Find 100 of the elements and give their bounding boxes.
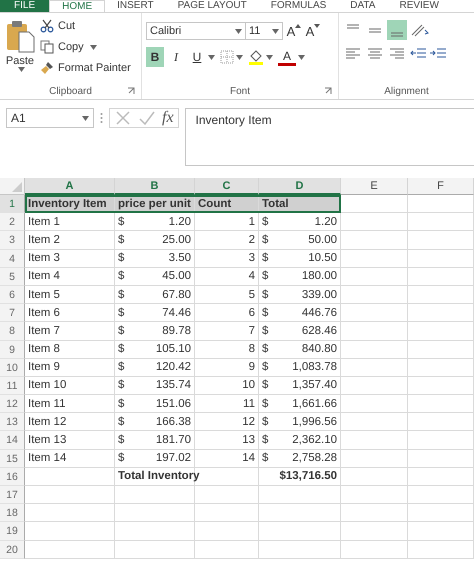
caret-icon xyxy=(272,28,279,34)
caret-icon[interactable] xyxy=(208,54,215,60)
cell-number: 12 xyxy=(242,416,255,428)
empty-cell xyxy=(408,358,474,377)
caret-icon[interactable] xyxy=(298,54,305,60)
cell-number: 5 xyxy=(248,288,255,301)
cell-number: 151.06 xyxy=(156,398,191,410)
empty-cell xyxy=(408,286,474,304)
check-icon[interactable] xyxy=(138,109,156,127)
column-header[interactable]: A xyxy=(25,178,115,195)
empty-cell xyxy=(195,522,259,541)
column-header[interactable]: B xyxy=(115,178,195,195)
row-header[interactable]: 7 xyxy=(0,304,25,322)
cut-button[interactable]: Cut xyxy=(40,17,131,35)
cell-number: 25.00 xyxy=(162,234,191,246)
cell-text: Item 12 xyxy=(28,416,66,428)
row-header[interactable]: 19 xyxy=(0,522,25,541)
caret-icon xyxy=(235,28,242,34)
ribbon-tab[interactable]: HOME xyxy=(49,0,106,12)
cell-number: 1,661.66 xyxy=(292,398,337,410)
name-box[interactable]: A1 xyxy=(6,108,94,128)
cell-text: Total Inventory xyxy=(118,470,200,482)
cell-number: 2,362.10 xyxy=(292,434,337,446)
fill-color-icon[interactable] xyxy=(248,49,264,65)
cell-number: 10.50 xyxy=(308,252,337,264)
empty-cell xyxy=(195,504,259,522)
font-color-button[interactable]: A xyxy=(278,48,296,66)
row-header[interactable]: 8 xyxy=(0,322,25,340)
caret-icon[interactable] xyxy=(266,54,273,60)
column-header[interactable]: D xyxy=(259,178,341,195)
cell-number: 10 xyxy=(242,379,255,392)
cell-number: 1,996.56 xyxy=(292,416,337,428)
font-name-dropdown[interactable]: Calibri xyxy=(146,22,246,40)
column-header[interactable]: E xyxy=(341,178,408,195)
row-header[interactable]: 2 xyxy=(0,213,25,232)
row-header[interactable]: 17 xyxy=(0,486,25,504)
paintbrush-icon xyxy=(40,61,54,75)
cell-number: 105.10 xyxy=(156,343,191,356)
cell-number: 4 xyxy=(248,270,255,282)
row-header[interactable]: 6 xyxy=(0,286,25,304)
cell-number: 1 xyxy=(248,216,255,228)
row-header[interactable]: 4 xyxy=(0,250,25,268)
cell-text: Item 3 xyxy=(28,252,60,264)
row-header[interactable]: 9 xyxy=(0,340,25,359)
ribbon-tab[interactable]: PAGE LAYOUT xyxy=(166,0,259,12)
row-header[interactable]: 18 xyxy=(0,504,25,522)
column-header[interactable]: C xyxy=(195,178,259,195)
font-size-dropdown[interactable]: 11 xyxy=(245,22,283,40)
cell-number: 11 xyxy=(243,398,255,410)
copy-button[interactable]: Copy xyxy=(40,38,131,56)
ribbon-tab[interactable]: DATA xyxy=(338,0,388,12)
currency-sign: $ xyxy=(118,416,124,428)
row-header[interactable]: 1 xyxy=(0,195,25,214)
paste-button[interactable]: Paste xyxy=(4,17,36,83)
ribbon-tab[interactable]: FILE xyxy=(0,0,50,12)
cell-number: 181.70 xyxy=(156,434,191,446)
empty-cell xyxy=(408,468,474,486)
more-options-icon[interactable] xyxy=(100,112,103,124)
format-painter-button[interactable]: Format Painter xyxy=(40,59,131,77)
vertical-align-icon[interactable] xyxy=(387,20,407,40)
currency-sign: $ xyxy=(262,234,268,246)
ribbon-tab[interactable]: FORMULAS xyxy=(258,0,338,12)
group-label: Clipboard xyxy=(49,86,92,96)
row-header[interactable]: 12 xyxy=(0,395,25,414)
empty-cell xyxy=(408,322,474,340)
empty-cell xyxy=(408,231,474,250)
cell-number: 8 xyxy=(248,343,255,356)
dialog-launcher-icon[interactable] xyxy=(127,87,135,95)
row-header[interactable]: 11 xyxy=(0,376,25,396)
row-header[interactable]: 20 xyxy=(0,540,25,559)
currency-sign: $ xyxy=(262,434,268,446)
ribbon-tab[interactable]: REVIEW xyxy=(387,0,451,12)
column-header[interactable]: F xyxy=(408,178,474,195)
formula-bar[interactable]: Inventory Item xyxy=(184,108,474,166)
row-header[interactable]: 15 xyxy=(0,450,25,468)
italic-button[interactable]: I xyxy=(167,47,185,67)
currency-sign: $ xyxy=(118,398,124,410)
grow-font-button[interactable]: A xyxy=(286,21,302,41)
bold-button[interactable]: B xyxy=(146,47,164,67)
empty-cell xyxy=(341,540,408,559)
insert-function-button[interactable]: fx xyxy=(162,109,174,127)
dialog-launcher-icon[interactable] xyxy=(324,87,332,95)
currency-sign: $ xyxy=(118,234,124,246)
row-header[interactable]: 14 xyxy=(0,431,25,450)
cell-text: Item 14 xyxy=(28,452,66,464)
borders-icon[interactable] xyxy=(220,50,234,64)
caret-icon[interactable] xyxy=(236,54,243,60)
row-header[interactable]: 10 xyxy=(0,358,25,377)
row-header[interactable]: 13 xyxy=(0,413,25,432)
empty-cell xyxy=(408,250,474,268)
row-header[interactable]: 3 xyxy=(0,231,25,250)
row-header[interactable]: 5 xyxy=(0,268,25,286)
cell-text: Item 8 xyxy=(28,343,60,356)
cell-number: 45.00 xyxy=(162,270,191,282)
underline-button[interactable]: U xyxy=(188,47,206,67)
shrink-font-button[interactable]: A xyxy=(305,21,321,41)
ribbon-tab[interactable]: INSERT xyxy=(105,0,166,12)
cell-text: Item 2 xyxy=(28,234,60,246)
currency-sign: $ xyxy=(262,270,268,282)
row-header[interactable]: 16 xyxy=(0,468,25,486)
